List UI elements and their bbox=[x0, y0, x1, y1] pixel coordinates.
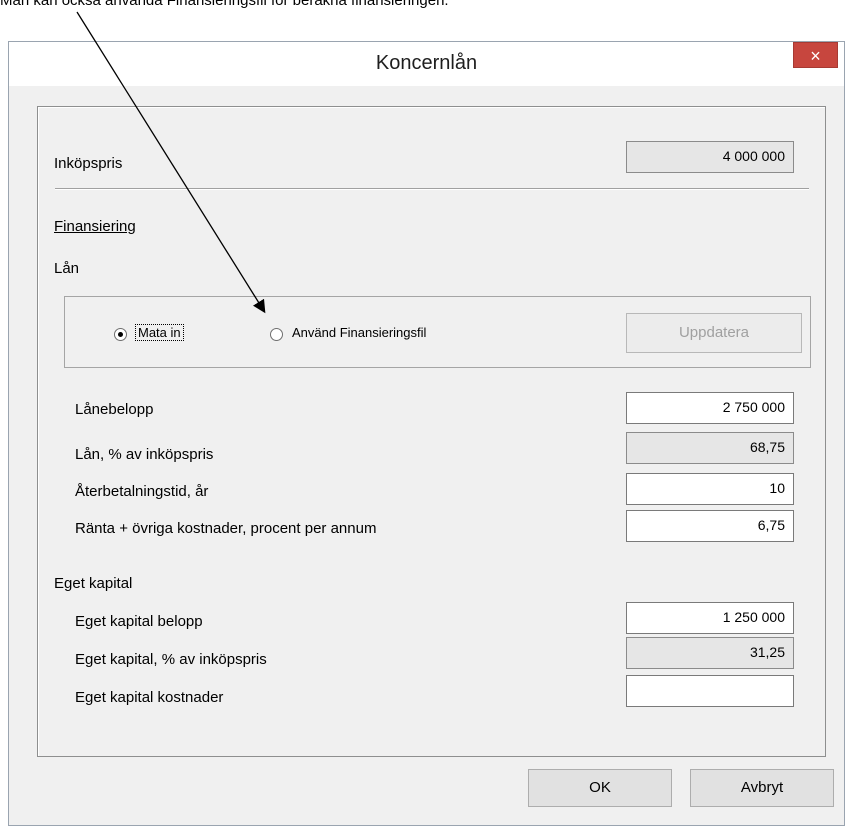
annotation-arrow bbox=[76, 11, 266, 314]
